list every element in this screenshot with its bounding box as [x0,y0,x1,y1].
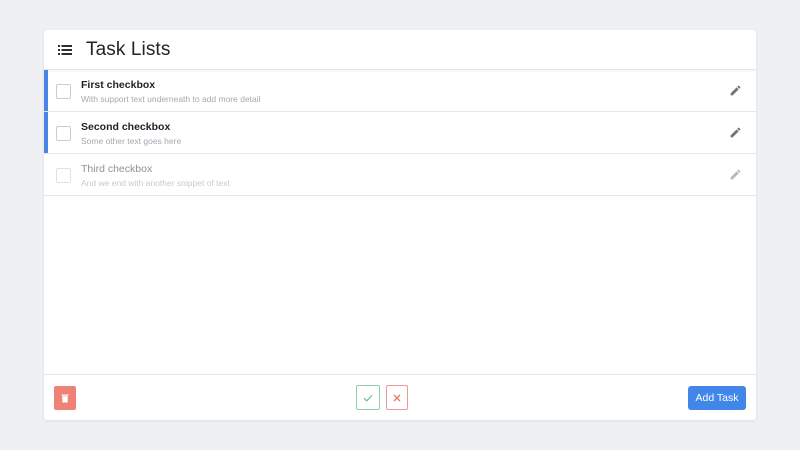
task-checkbox-3[interactable] [56,168,71,183]
close-icon [393,394,401,401]
task-row-3[interactable]: Third checkbox And we end with another s… [44,154,756,196]
delete-button[interactable] [54,386,76,410]
task-subtitle: With support text underneath to add more… [81,94,261,104]
task-text: First checkbox With support text underne… [81,78,261,105]
card-header: Task Lists [44,30,756,70]
check-icon [363,394,373,402]
add-task-button[interactable]: Add Task [688,386,746,410]
confirm-button[interactable] [356,385,380,410]
task-list-card: Task Lists First checkbox With support t… [44,30,756,420]
task-checkbox-1[interactable] [56,84,71,99]
edit-icon[interactable] [729,84,742,97]
task-subtitle: And we end with another snippet of text [81,178,230,188]
task-title: Third checkbox [81,163,153,175]
task-title: First checkbox [81,79,156,91]
task-text: Second checkbox Some other text goes her… [81,120,181,147]
task-list: First checkbox With support text underne… [44,70,756,196]
card-footer: Add Task [44,374,756,420]
row-accent-bar [44,70,48,111]
row-accent-bar [44,112,48,153]
page-title: Task Lists [86,38,171,60]
trash-icon [61,394,69,402]
task-row-2[interactable]: Second checkbox Some other text goes her… [44,112,756,154]
task-subtitle: Some other text goes here [81,136,182,146]
edit-icon[interactable] [729,126,742,139]
task-checkbox-2[interactable] [56,126,71,141]
edit-icon[interactable] [729,168,742,181]
cancel-button[interactable] [386,385,408,410]
task-text: Third checkbox And we end with another s… [81,162,230,189]
list-icon [58,44,72,55]
task-title: Second checkbox [81,121,171,133]
task-row-1[interactable]: First checkbox With support text underne… [44,70,756,112]
